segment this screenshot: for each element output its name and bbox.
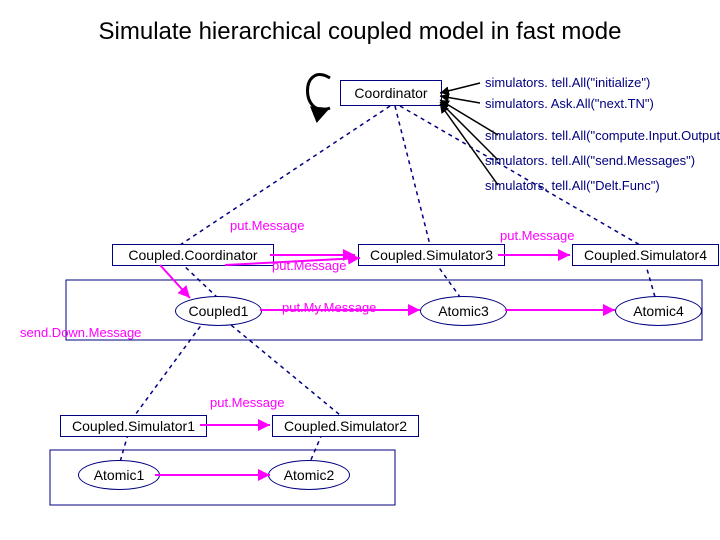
call-next-tn: simulators. Ask.All("next.TN") (485, 96, 654, 111)
node-coupled-coordinator: Coupled.Coordinator (112, 244, 274, 266)
msg-send-down-message: send.Down.Message (20, 325, 141, 340)
node-atomic1: Atomic1 (78, 460, 160, 490)
msg-put-message-2: put.Message (272, 258, 346, 273)
msg-put-message-1: put.Message (230, 218, 304, 233)
msg-put-message-4: put.Message (210, 395, 284, 410)
node-coordinator: Coordinator (340, 80, 442, 106)
node-coupled1: Coupled1 (175, 296, 262, 326)
node-atomic2: Atomic2 (268, 460, 350, 490)
diagram-title: Simulate hierarchical coupled model in f… (0, 18, 720, 46)
node-atomic3: Atomic3 (420, 296, 507, 326)
node-coupled-simulator3: Coupled.Simulator3 (358, 244, 505, 266)
node-coupled-simulator1: Coupled.Simulator1 (60, 415, 207, 437)
msg-put-my-message: put.My.Message (282, 300, 376, 315)
call-compute-input-output: simulators. tell.All("compute.Input.Outp… (485, 128, 720, 143)
call-send-messages: simulators. tell.All("send.Messages") (485, 153, 695, 168)
node-atomic4: Atomic4 (615, 296, 702, 326)
msg-put-message-3: put.Message (500, 228, 574, 243)
call-delt-func: simulators. tell.All("Delt.Func") (485, 178, 660, 193)
node-coupled-simulator2: Coupled.Simulator2 (272, 415, 419, 437)
node-coupled-simulator4: Coupled.Simulator4 (572, 244, 719, 266)
call-initialize: simulators. tell.All("initialize") (485, 75, 650, 90)
